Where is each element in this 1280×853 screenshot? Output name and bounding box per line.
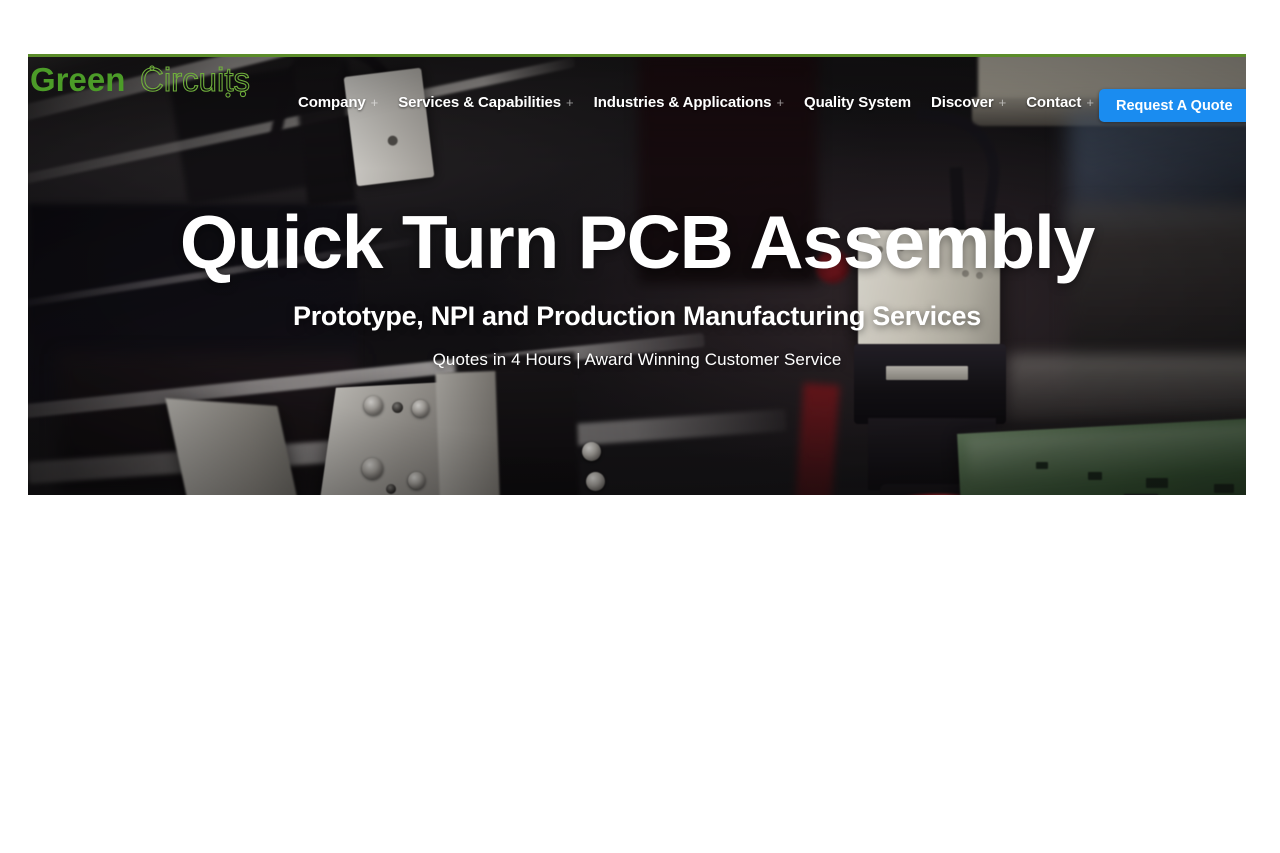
top-green-rule bbox=[28, 54, 1246, 57]
nav-label: Industries & Applications bbox=[593, 94, 772, 111]
chevron-plus-icon: + bbox=[998, 95, 1007, 110]
page-root: Green Circuits Company + Services & Capa… bbox=[0, 0, 1280, 853]
request-a-quote-button[interactable]: Request A Quote bbox=[1099, 89, 1246, 122]
green-circuits-logo-icon: Green Circuits bbox=[30, 60, 251, 98]
chevron-plus-icon: + bbox=[1086, 95, 1094, 110]
nav-label: Contact bbox=[1026, 94, 1082, 111]
chevron-plus-icon: + bbox=[370, 95, 379, 110]
nav-item-company[interactable]: Company + bbox=[288, 94, 388, 111]
nav-item-industries-applications[interactable]: Industries & Applications + bbox=[584, 94, 794, 111]
hero-title: Quick Turn PCB Assembly bbox=[179, 200, 1095, 284]
hero-subtitle: Prototype, NPI and Production Manufactur… bbox=[292, 300, 981, 331]
site-header: Green Circuits Company + Services & Capa… bbox=[28, 54, 1246, 124]
nav-label: Company bbox=[298, 94, 366, 111]
chevron-plus-icon: + bbox=[776, 95, 785, 110]
nav-label: Discover bbox=[931, 94, 994, 111]
nav-item-quality-system[interactable]: Quality System bbox=[794, 94, 921, 111]
nav-item-discover[interactable]: Discover + bbox=[921, 94, 1016, 111]
hero-banner: Green Circuits Company + Services & Capa… bbox=[28, 54, 1246, 495]
nav-label: Services & Capabilities bbox=[398, 94, 562, 111]
logo-word-green: Green bbox=[30, 61, 125, 98]
hero-tagline: Quotes in 4 Hours | Award Winning Custom… bbox=[432, 349, 842, 369]
logo-word-circuits: Circuits bbox=[140, 61, 250, 98]
chevron-plus-icon: + bbox=[566, 95, 574, 110]
nav-item-services-capabilities[interactable]: Services & Capabilities + bbox=[388, 94, 583, 111]
main-navigation: Company + Services & Capabilities + Indu… bbox=[288, 94, 1104, 111]
site-logo[interactable]: Green Circuits bbox=[30, 60, 262, 104]
nav-item-contact[interactable]: Contact + bbox=[1016, 94, 1104, 111]
hero-copy-block: Quick Turn PCB Assembly Prototype, NPI a… bbox=[28, 204, 1246, 370]
nav-label: Quality System bbox=[804, 94, 912, 111]
